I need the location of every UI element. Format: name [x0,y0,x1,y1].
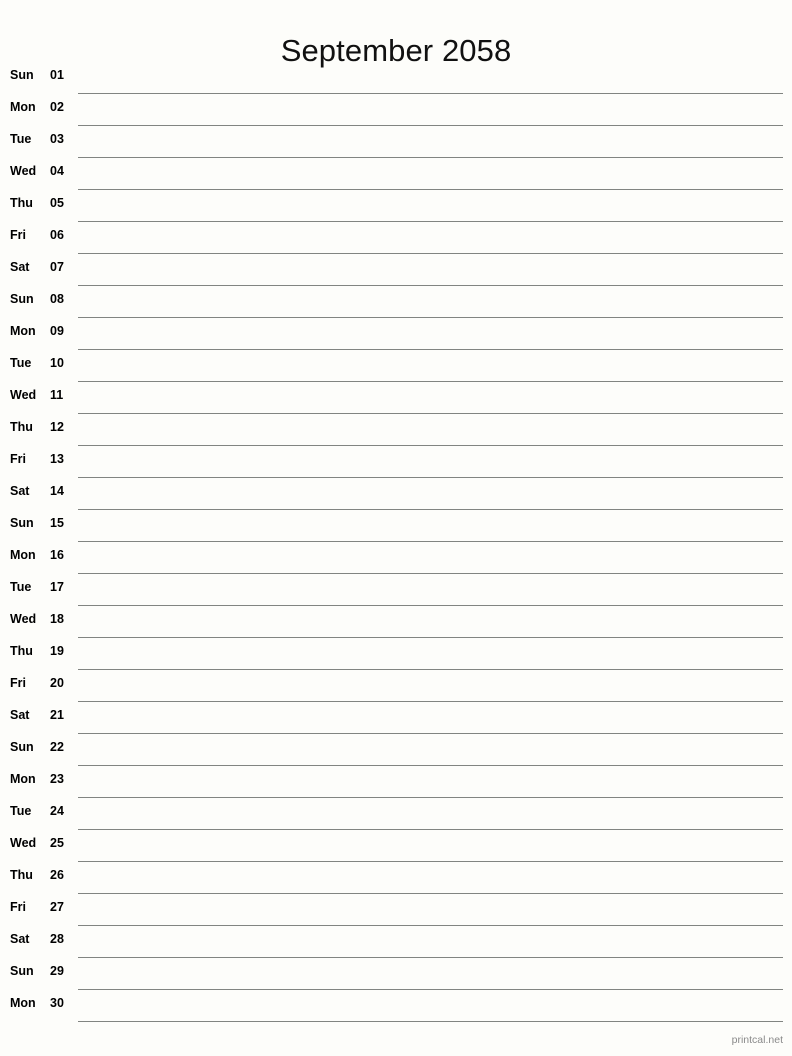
date-number: 27 [50,900,64,914]
footer-attribution: printcal.net [731,1034,783,1046]
weekday-label: Mon [10,324,36,338]
date-number: 30 [50,996,64,1010]
weekday-label: Sun [10,68,34,82]
weekday-label: Mon [10,100,36,114]
date-number: 01 [50,68,64,82]
day-row[interactable]: Thu 26 [0,862,792,894]
weekday-label: Sat [10,708,30,722]
day-row[interactable]: Fri 27 [0,894,792,926]
day-row[interactable]: Sat 14 [0,478,792,510]
date-number: 06 [50,228,64,242]
date-number: 28 [50,932,64,946]
date-number: 18 [50,612,64,626]
weekday-label: Sat [10,260,30,274]
date-number: 04 [50,164,64,178]
weekday-label: Mon [10,772,36,786]
day-row[interactable]: Sun 29 [0,958,792,990]
day-row[interactable]: Mon 16 [0,542,792,574]
date-number: 23 [50,772,64,786]
weekday-label: Sun [10,292,34,306]
date-number: 02 [50,100,64,114]
date-number: 25 [50,836,64,850]
date-number: 26 [50,868,64,882]
weekday-label: Sat [10,932,30,946]
day-row[interactable]: Mon 30 [0,990,792,1022]
date-number: 29 [50,964,64,978]
weekday-label: Wed [10,612,37,626]
day-row[interactable]: Sat 07 [0,254,792,286]
date-number: 15 [50,516,64,530]
day-row[interactable]: Sat 28 [0,926,792,958]
date-number: 05 [50,196,64,210]
date-number: 22 [50,740,64,754]
day-row[interactable]: Tue 10 [0,350,792,382]
weekday-label: Thu [10,196,33,210]
weekday-label: Sun [10,964,34,978]
writing-line[interactable] [78,1021,783,1022]
weekday-label: Wed [10,388,37,402]
day-row[interactable]: Mon 02 [0,94,792,126]
weekday-label: Sun [10,740,34,754]
date-number: 14 [50,484,64,498]
day-row[interactable]: Fri 06 [0,222,792,254]
day-row[interactable]: Thu 19 [0,638,792,670]
date-number: 24 [50,804,64,818]
date-number: 03 [50,132,64,146]
weekday-label: Fri [10,900,26,914]
date-number: 13 [50,452,64,466]
weekday-label: Tue [10,356,32,370]
day-row[interactable]: Tue 17 [0,574,792,606]
weekday-label: Mon [10,548,36,562]
weekday-label: Thu [10,420,33,434]
weekday-label: Wed [10,836,37,850]
date-number: 09 [50,324,64,338]
day-row[interactable]: Sun 15 [0,510,792,542]
date-number: 08 [50,292,64,306]
day-row[interactable]: Sun 22 [0,734,792,766]
day-row[interactable]: Wed 11 [0,382,792,414]
date-number: 12 [50,420,64,434]
day-row[interactable]: Wed 18 [0,606,792,638]
day-row[interactable]: Sun 08 [0,286,792,318]
day-row[interactable]: Thu 05 [0,190,792,222]
day-row[interactable]: Fri 13 [0,446,792,478]
day-row[interactable]: Mon 23 [0,766,792,798]
weekday-label: Tue [10,804,32,818]
weekday-label: Sun [10,516,34,530]
weekday-label: Wed [10,164,37,178]
date-number: 19 [50,644,64,658]
day-row[interactable]: Sat 21 [0,702,792,734]
calendar-page: September 2058 Sun 01 Mon 02 Tue 03 Wed 04 Thu 05… [0,0,792,1056]
weekday-label: Sat [10,484,30,498]
day-row[interactable]: Fri 20 [0,670,792,702]
date-number: 10 [50,356,64,370]
weekday-label: Thu [10,644,33,658]
weekday-label: Fri [10,228,26,242]
date-number: 20 [50,676,64,690]
date-number: 11 [50,388,64,402]
day-row[interactable]: Sun 01 [0,62,792,94]
day-row[interactable]: Wed 25 [0,830,792,862]
weekday-label: Mon [10,996,36,1010]
date-number: 16 [50,548,64,562]
day-row-list: Sun 01 Mon 02 Tue 03 Wed 04 Thu 05 Fri 06 Sat 07 Sun 08… [0,62,792,1022]
day-row[interactable]: Tue 03 [0,126,792,158]
weekday-label: Fri [10,452,26,466]
day-row[interactable]: Mon 09 [0,318,792,350]
day-row[interactable]: Wed 04 [0,158,792,190]
day-row[interactable]: Thu 12 [0,414,792,446]
date-number: 17 [50,580,64,594]
date-number: 21 [50,708,64,722]
weekday-label: Tue [10,132,32,146]
date-number: 07 [50,260,64,274]
weekday-label: Tue [10,580,32,594]
weekday-label: Fri [10,676,26,690]
weekday-label: Thu [10,868,33,882]
day-row[interactable]: Tue 24 [0,798,792,830]
